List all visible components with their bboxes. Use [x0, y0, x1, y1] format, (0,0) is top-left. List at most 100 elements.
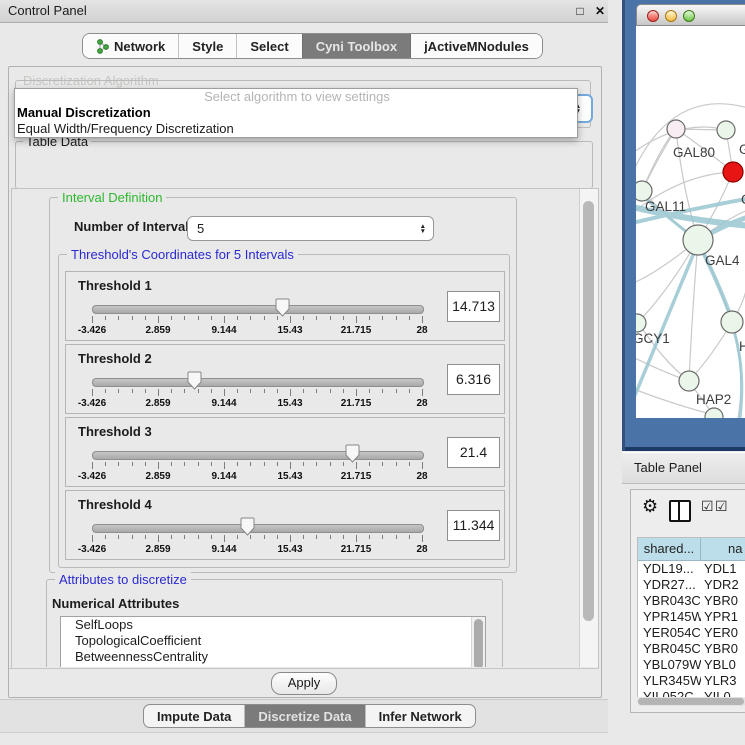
tab-style[interactable]: Style — [178, 34, 236, 58]
scrollbar-thumb[interactable] — [583, 201, 594, 621]
cell-name: YDR2 — [701, 577, 745, 593]
node-ga[interactable] — [717, 121, 735, 139]
slider-track[interactable] — [92, 451, 424, 460]
attributes-group: Attributes to discretize Numerical Attri… — [46, 579, 503, 667]
table-row[interactable]: YDR27...YDR2 — [638, 577, 745, 593]
list-scrollbar[interactable] — [471, 617, 485, 667]
thresholds-group: Threshold's Coordinates for 5 Intervals … — [58, 254, 510, 568]
cell-name: YPR1 — [701, 609, 745, 625]
cell-name: YER0 — [701, 625, 745, 641]
checkbox-icon[interactable]: ☑ — [715, 499, 728, 513]
cell-shared-name: YLR345W — [638, 673, 701, 689]
tab-cyni-toolbox[interactable]: Cyni Toolbox — [302, 34, 410, 58]
tab-label: jActiveMNodules — [424, 39, 529, 54]
threshold-value-field[interactable]: 6.316 — [447, 364, 500, 395]
gear-icon[interactable]: ⚙ — [642, 497, 658, 515]
table-horizontal-scrollbar[interactable] — [637, 697, 745, 706]
network-window-titlebar[interactable] — [636, 4, 745, 26]
num-intervals-combo[interactable]: 5 ▲▼ — [187, 216, 434, 241]
table-row[interactable]: YBR045CYBR0 — [638, 641, 745, 657]
dropdown-option-equal-width-frequency[interactable]: Equal Width/Frequency Discretization — [15, 121, 577, 137]
slider-ticks — [92, 535, 422, 543]
checkbox-icon[interactable]: ☑ — [701, 499, 714, 513]
control-panel-window: Control Panel □ ✕ Network StyleSelect Cyni… — [0, 0, 608, 745]
network-window-bottom-edge — [625, 447, 745, 451]
close-icon[interactable]: ✕ — [592, 0, 608, 22]
spinner-icon: ▲▼ — [420, 224, 426, 234]
node-gal11[interactable] — [636, 181, 652, 201]
tab-network[interactable]: Network — [83, 34, 178, 58]
slider-track[interactable] — [92, 524, 424, 533]
attribute-item[interactable]: BetweennessCentrality — [61, 649, 485, 665]
threshold-value-field[interactable]: 21.4 — [447, 437, 500, 468]
minimize-traffic-light[interactable] — [665, 10, 677, 22]
attributes-group-title: Attributes to discretize — [55, 572, 191, 587]
num-intervals-label: Number of Intervals — [74, 219, 196, 234]
node-h[interactable] — [721, 311, 743, 333]
cell-shared-name: YBR043C — [638, 593, 701, 609]
bottom-tab-impute-data[interactable]: Impute Data — [144, 705, 244, 727]
column-header-name[interactable]: na — [701, 538, 745, 560]
table-row[interactable]: YBR043CYBR0 — [638, 593, 745, 609]
node-selected-red[interactable] — [723, 162, 743, 182]
interval-definition-group: Interval Definition Number of Intervals … — [49, 197, 517, 573]
node-label: GAL80 — [673, 145, 715, 160]
slider-track[interactable] — [92, 305, 424, 314]
tab-select[interactable]: Select — [236, 34, 301, 58]
scrollbar-thumb[interactable] — [638, 698, 744, 705]
attribute-item[interactable]: SelfLoops — [61, 617, 485, 633]
table-row[interactable]: YLR345WYLR3 — [638, 673, 745, 689]
tab-label: Network — [114, 39, 165, 54]
node-hap2[interactable] — [679, 371, 699, 391]
numerical-attributes-list[interactable]: SelfLoopsTopologicalCoefficientBetweenne… — [60, 616, 486, 667]
slider-thumb[interactable] — [275, 298, 290, 317]
node-label: C — [741, 192, 745, 207]
tab-label: Cyni Toolbox — [316, 39, 397, 54]
threshold-label: Threshold 3 — [78, 424, 152, 439]
slider-thumb[interactable] — [240, 517, 255, 536]
cell-name: YIL0 — [701, 689, 745, 697]
cell-name: YBR0 — [701, 593, 745, 609]
node-gal80[interactable] — [667, 120, 685, 138]
top-tab-bar: Network StyleSelect Cyni Toolbox jActiveMNo… — [82, 33, 543, 59]
threshold-value-field[interactable]: 11.344 — [447, 510, 500, 541]
float-window-icon[interactable]: □ — [572, 0, 588, 22]
bottom-tab-infer-network[interactable]: Infer Network — [365, 705, 475, 727]
tab-jactivemnodules[interactable]: jActiveMNodules — [410, 34, 542, 58]
control-panel-titlebar: Control Panel □ ✕ — [0, 0, 608, 23]
cell-shared-name: YDL19... — [638, 561, 701, 577]
node-attribute-table: shared... na YDL19...YDL1YDR27...YDR2YBR… — [637, 537, 745, 697]
table-row[interactable]: YIL052CYIL0 — [638, 689, 745, 697]
slider-thumb[interactable] — [187, 371, 202, 390]
dropdown-option-manual-discretization[interactable]: Manual Discretization — [15, 105, 577, 121]
table-panel-body: ⚙ ☑ ☑ shared... na YDL19...YDL1YDR27...Y… — [630, 489, 745, 713]
table-row[interactable]: YDL19...YDL1 — [638, 561, 745, 577]
bottom-tab-discretize-data[interactable]: Discretize Data — [244, 705, 364, 727]
network-icon — [96, 39, 109, 54]
slider-track[interactable] — [92, 378, 424, 387]
node-gal4[interactable] — [683, 225, 713, 255]
cell-shared-name: YER054C — [638, 625, 701, 641]
node-label: HAP2 — [696, 392, 731, 407]
slider-ticks — [92, 316, 422, 324]
node-bottom-partial[interactable] — [705, 408, 723, 418]
zoom-traffic-light[interactable] — [683, 10, 695, 22]
close-traffic-light[interactable] — [647, 10, 659, 22]
numerical-attributes-label: Numerical Attributes — [52, 596, 179, 611]
attribute-item[interactable]: TopologicalCoefficient — [61, 633, 485, 649]
network-canvas[interactable]: GAL80 GA C GAL11 GAL4 GCY1 H HAP2 — [636, 26, 745, 418]
slider-thumb[interactable] — [345, 444, 360, 463]
settings-viewport: Interval Definition Number of Intervals … — [12, 189, 580, 667]
threshold-label: Threshold 1 — [78, 278, 152, 293]
slider-tick-labels: -3.4262.8599.14415.4321.71528 — [92, 325, 422, 336]
apply-button[interactable]: Apply — [271, 672, 337, 695]
cell-name: YBR0 — [701, 641, 745, 657]
settings-scrollbar[interactable] — [579, 189, 598, 667]
threshold-value-field[interactable]: 14.713 — [447, 291, 500, 322]
table-row[interactable]: YBL079WYBL0 — [638, 657, 745, 673]
column-header-shared-name[interactable]: shared... — [638, 538, 701, 560]
split-columns-icon[interactable] — [669, 500, 691, 522]
node-gcy1[interactable] — [636, 314, 646, 332]
table-row[interactable]: YER054CYER0 — [638, 625, 745, 641]
table-row[interactable]: YPR145WYPR1 — [638, 609, 745, 625]
